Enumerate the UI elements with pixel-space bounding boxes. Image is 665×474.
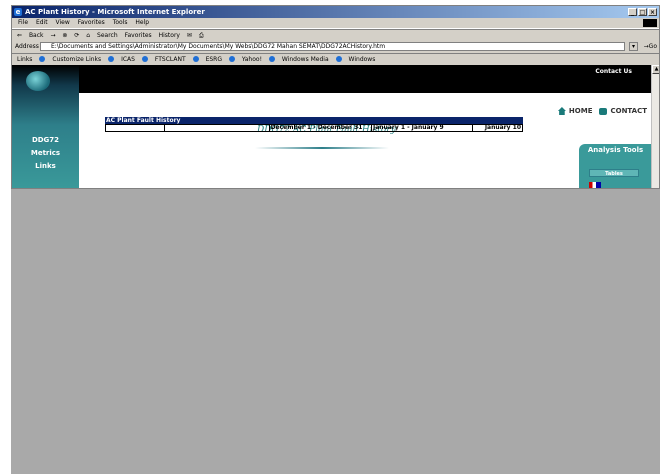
chart-tool-icon[interactable]: [589, 182, 601, 188]
contact-link[interactable]: CONTACT: [610, 107, 647, 115]
menu-view[interactable]: View: [56, 19, 70, 26]
back-label: Back: [28, 32, 44, 39]
link-yahoo[interactable]: Yahoo!: [228, 56, 262, 63]
table-header-cell: January 1 - January 9: [370, 124, 473, 132]
go-label: Go: [648, 43, 657, 50]
print-icon[interactable]: ⎙: [199, 32, 204, 39]
analysis-tools-panel: Analysis Tools Tables: [579, 144, 652, 188]
ie-icon: e: [14, 8, 22, 16]
search-button[interactable]: Search: [97, 32, 118, 39]
back-button[interactable]: ⇐ Back: [17, 32, 44, 39]
link-esrg[interactable]: ESRG: [192, 56, 222, 63]
menu-file[interactable]: File: [18, 19, 28, 26]
menu-edit[interactable]: Edit: [36, 19, 48, 26]
link-customize-label: Customize Links: [52, 56, 102, 63]
title-bar: e AC Plant History - Microsoft Internet …: [12, 6, 659, 18]
link-windows-label: Windows: [348, 56, 376, 63]
link-windows[interactable]: Windows: [335, 56, 376, 63]
stop-icon[interactable]: ⊗: [62, 32, 67, 39]
mail-icon[interactable]: ✉: [187, 32, 192, 39]
sidebar-link-links[interactable]: Links: [12, 162, 79, 170]
vertical-scrollbar[interactable]: ▲: [651, 65, 659, 188]
fault-history-table: AC Plant Fault History December 1 - Dece…: [105, 117, 524, 132]
home-icon[interactable]: ⌂: [86, 32, 90, 39]
scroll-up-icon[interactable]: ▲: [652, 65, 659, 74]
menu-help[interactable]: Help: [135, 19, 149, 26]
table-header-cell: [163, 124, 270, 132]
contact-us-link[interactable]: Contact Us: [595, 68, 632, 75]
table-header-cell: January 10: [471, 124, 524, 132]
link-customize[interactable]: Customize Links: [39, 56, 101, 63]
table-header-cell: December 1 - December 31: [268, 124, 372, 132]
table-header-cell: [105, 124, 165, 132]
link-yahoo-label: Yahoo!: [241, 56, 262, 63]
home-contact-nav: HOME CONTACT: [557, 107, 647, 115]
refresh-icon[interactable]: ⟳: [74, 32, 79, 39]
window-title: AC Plant History - Microsoft Internet Ex…: [25, 8, 205, 16]
close-button[interactable]: ×: [648, 8, 657, 16]
browser-window: e AC Plant History - Microsoft Internet …: [11, 5, 660, 189]
phone-icon: [599, 107, 608, 115]
link-esrg-label: ESRG: [205, 56, 222, 63]
links-label: Links: [17, 56, 33, 63]
go-button[interactable]: →Go: [644, 41, 657, 52]
table-header-row: December 1 - December 31 January 1 - Jan…: [105, 124, 524, 132]
link-windows-media-label: Windows Media: [281, 56, 329, 63]
maximize-button[interactable]: □: [638, 8, 647, 16]
home-icon: [557, 107, 566, 115]
address-dropdown-icon[interactable]: ▾: [629, 42, 638, 51]
links-bar: Links Customize Links ICAS FTSCLANT ESRG…: [12, 53, 659, 65]
favorites-button[interactable]: Favorites: [125, 32, 152, 39]
link-ftsclant[interactable]: FTSCLANT: [141, 56, 186, 63]
menu-favorites[interactable]: Favorites: [78, 19, 105, 26]
windows-logo-icon: [643, 19, 657, 27]
address-bar: Address E:\Documents and Settings\Admini…: [12, 41, 659, 52]
header-band: Contact Us: [12, 65, 652, 93]
link-ftsclant-label: FTSCLANT: [154, 56, 186, 63]
analysis-tools-label: Analysis Tools: [587, 146, 644, 154]
sidebar: DDG72 Metrics Links: [12, 65, 79, 188]
minimize-button[interactable]: _: [628, 8, 637, 16]
toolbar: ⇐ Back → ⊗ ⟳ ⌂ Search Favorites History …: [12, 29, 659, 41]
forward-button[interactable]: →: [50, 32, 55, 39]
title-divider: [255, 147, 389, 149]
occluded-region: [11, 189, 660, 474]
menu-tools[interactable]: Tools: [113, 19, 128, 26]
link-icas[interactable]: ICAS: [108, 56, 135, 63]
table-caption: AC Plant Fault History: [105, 117, 523, 124]
home-link[interactable]: HOME: [569, 107, 593, 115]
link-windows-media[interactable]: Windows Media: [268, 56, 329, 63]
address-input[interactable]: E:\Documents and Settings\Administrator\…: [40, 42, 625, 51]
address-label: Address: [15, 43, 39, 50]
link-icas-label: ICAS: [121, 56, 135, 63]
sidebar-link-metrics[interactable]: Metrics: [12, 149, 79, 157]
tables-button[interactable]: Tables: [589, 169, 639, 177]
globe-logo-icon: [26, 71, 50, 91]
fault-table: December 1 - December 31 January 1 - Jan…: [105, 124, 524, 132]
menu-bar: File Edit View Favorites Tools Help: [12, 18, 659, 29]
history-button[interactable]: History: [159, 32, 180, 39]
sidebar-link-ddg72[interactable]: DDG72: [12, 136, 79, 144]
